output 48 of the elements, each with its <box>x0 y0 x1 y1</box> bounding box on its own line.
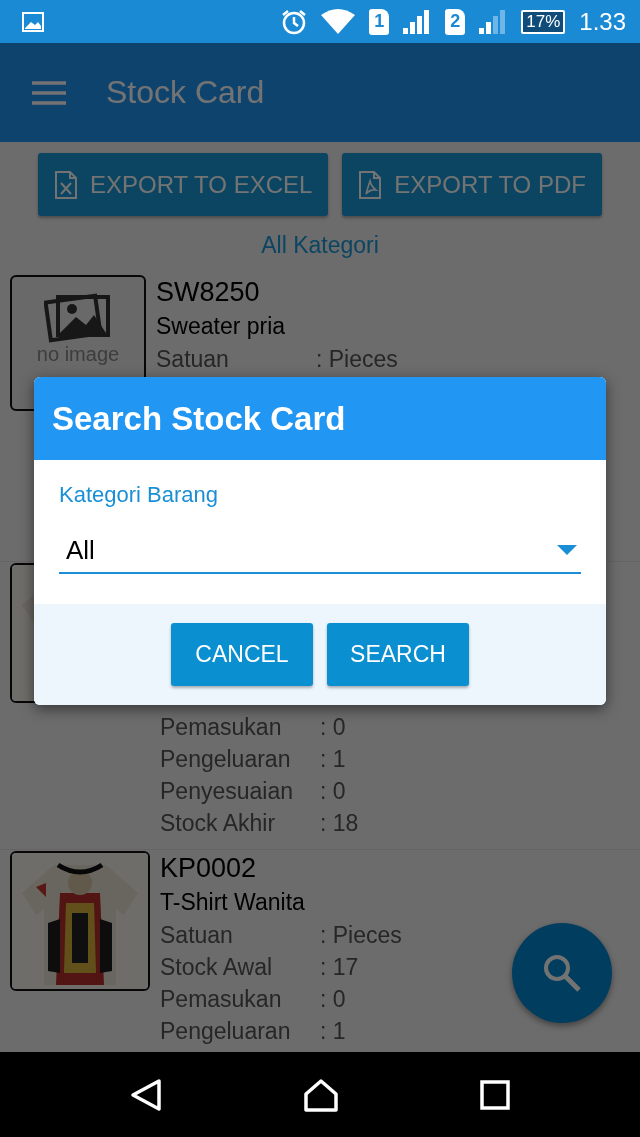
app-title: Stock Card <box>106 74 265 111</box>
dialog-button[interactable]: CANCEL <box>171 623 313 686</box>
field-value: : 0 <box>320 985 346 1013</box>
dropdown-caret-icon <box>557 545 577 555</box>
field-value: : 0 <box>320 713 346 741</box>
image-icon <box>22 11 44 32</box>
export-button[interactable]: EXPORT TO PDF <box>342 153 602 216</box>
search-icon <box>542 953 582 993</box>
field-label: Pemasukan <box>160 713 283 741</box>
field-value: : 1 <box>320 1017 346 1045</box>
battery-indicator: 17% <box>521 9 566 34</box>
signal-icon <box>403 9 432 34</box>
field-value: : 0 <box>320 777 346 805</box>
spreadsheet-file-icon <box>54 169 78 200</box>
image-icon <box>44 291 112 343</box>
sim-icon: 2 <box>445 8 466 35</box>
clock: 1.33 <box>579 7 626 36</box>
back-icon[interactable] <box>130 1077 163 1112</box>
item-code: KP0002 <box>160 851 258 885</box>
field-label: Stock Akhir <box>160 809 277 837</box>
field-label: Pengeluaran <box>160 1017 292 1045</box>
field-value: : 1 <box>320 745 346 773</box>
sim-icon: 1 <box>369 8 390 35</box>
field-label: Satuan <box>156 345 230 373</box>
field-label: Kategori Barang <box>59 482 219 508</box>
dialog-title: Search Stock Card <box>52 399 346 438</box>
field-value: : 18 <box>320 809 359 837</box>
signal-icon <box>479 9 508 34</box>
item-name: T-Shirt Wanita <box>160 887 306 917</box>
category-filter[interactable]: All Kategori <box>0 216 640 274</box>
field-value: : Pieces <box>316 345 398 373</box>
item-code: SW8250 <box>156 275 261 309</box>
home-icon[interactable] <box>303 1077 339 1112</box>
field-label: Pengeluaran <box>160 745 292 773</box>
field-label: Satuan <box>160 921 234 949</box>
pdf-file-icon <box>358 169 383 200</box>
field-value: : 17 <box>320 953 359 981</box>
field-label: Penyesuaian <box>160 777 294 805</box>
search-button[interactable] <box>512 923 612 1023</box>
wifi-icon <box>321 8 356 35</box>
alarm-clock-icon <box>281 8 308 35</box>
recents-icon[interactable] <box>479 1079 510 1110</box>
field-label: Pemasukan <box>160 985 283 1013</box>
field-label: Stock Awal <box>160 953 274 981</box>
export-button[interactable]: EXPORT TO EXCEL <box>38 153 329 216</box>
field-value: : Pieces <box>320 921 402 949</box>
dialog-button[interactable]: SEARCH <box>327 623 469 686</box>
item-name: Sweater pria <box>156 311 287 341</box>
